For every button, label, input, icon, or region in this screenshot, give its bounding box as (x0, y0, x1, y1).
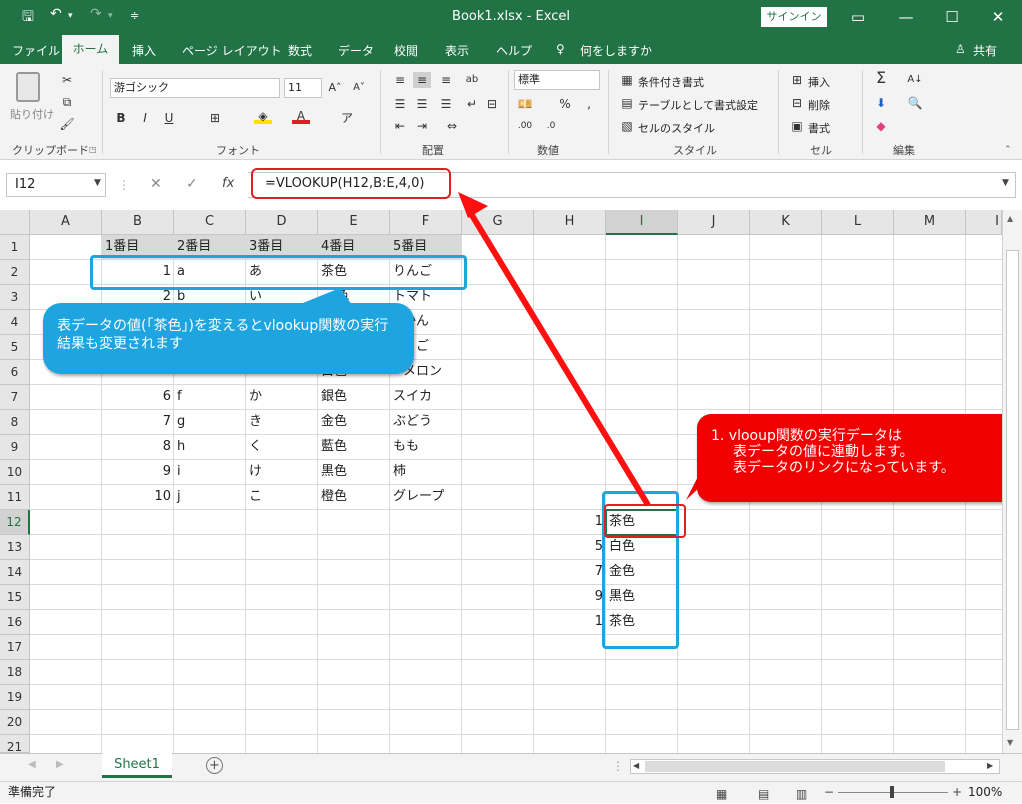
red-callout: 1. vlooup関数の実行データは 表データの値に連動します。 表データのリン… (697, 414, 1017, 502)
split-handle-icon[interactable]: ⋮ (612, 759, 624, 773)
next-sheet-icon[interactable]: ▶ (56, 759, 64, 770)
add-sheet-icon[interactable]: + (206, 757, 223, 774)
scroll-right-icon[interactable]: ▶ (987, 761, 993, 770)
red-callout-line-1: 1. vlooup関数の実行データは (711, 428, 902, 444)
status-bar: 準備完了 ▦ ▤ ▥ − + 100% (0, 781, 1022, 803)
vertical-scrollbar[interactable]: ▲ ▼ (1002, 210, 1022, 753)
vertical-scroll-thumb[interactable] (1006, 250, 1019, 730)
red-arrow-line (467, 210, 651, 507)
sheet-tab[interactable]: Sheet1 (102, 753, 172, 778)
blue-callout: 表データの値(「茶色」)を変えるとvlookup関数の実行結果も変更されます (43, 303, 414, 374)
red-callout-line-3: 表データのリンクになっています。 (733, 460, 955, 476)
prev-sheet-icon[interactable]: ◀ (28, 759, 36, 770)
zoom-out-icon[interactable]: − (824, 782, 834, 802)
status-ready: 準備完了 (8, 785, 57, 799)
red-callout-line-2: 表データの値に連動します。 (733, 444, 914, 460)
zoom-in-icon[interactable]: + (952, 782, 962, 802)
red-arrowhead (458, 192, 488, 218)
page-break-view-icon[interactable]: ▥ (796, 784, 807, 804)
scroll-up-icon[interactable]: ▲ (1007, 214, 1013, 223)
horizontal-scrollbar[interactable]: ◀ ▶ (630, 759, 1000, 774)
scroll-down-icon[interactable]: ▼ (1007, 738, 1013, 747)
annotation-arrows (298, 192, 718, 507)
horizontal-scroll-thumb[interactable] (645, 761, 945, 772)
normal-view-icon[interactable]: ▦ (716, 784, 727, 804)
zoom-slider-thumb[interactable] (890, 786, 894, 798)
zoom-level[interactable]: 100% (968, 782, 1002, 802)
scroll-left-icon[interactable]: ◀ (633, 761, 639, 770)
page-layout-view-icon[interactable]: ▤ (758, 784, 769, 804)
